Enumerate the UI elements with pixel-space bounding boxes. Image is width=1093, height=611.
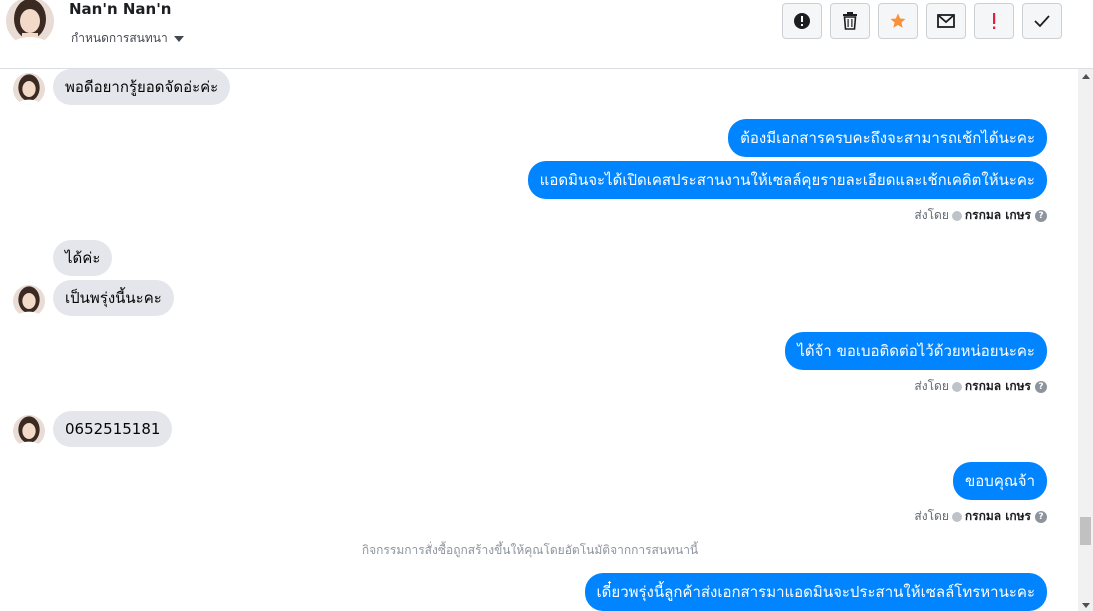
alert-circle-icon (794, 13, 810, 29)
conversation-status-label: กำหนดการสนทนา (71, 31, 168, 45)
sender-avatar (13, 415, 45, 447)
envelope-icon (937, 14, 955, 28)
thread-scrollbar[interactable] (1078, 69, 1093, 611)
sent-by-agent: กรกมล เกษร (964, 379, 1031, 393)
outgoing-message: ได้จ้า ขอเบอติดต่อไว้ด้วยหน่อยนะคะ (785, 332, 1047, 370)
help-icon[interactable]: ? (1035, 510, 1047, 523)
system-note: กิจกรรมการสั่งซื้อถูกสร้างขึ้นให้คุณโดยอ… (361, 543, 699, 557)
outgoing-message: ขอบคุณจ้า (953, 462, 1047, 500)
conversation-status-dropdown[interactable]: กำหนดการสนทนา (71, 29, 184, 48)
scroll-down-arrow-icon[interactable] (1082, 603, 1090, 608)
exclamation-icon (993, 13, 996, 29)
scrollbar-thumb[interactable] (1080, 517, 1091, 545)
sent-by-agent: กรกมล เกษร (964, 509, 1031, 523)
message-thread[interactable]: พอดีอยากรู้ยอดจัดอ่ะค่ะ ต้องมีเอกสารครบค… (0, 69, 1078, 611)
outgoing-message: แอดมินจะได้เปิดเคสประสานงานให้เซลล์คุยรา… (527, 161, 1047, 199)
delete-button[interactable] (830, 3, 870, 39)
checkmark-icon (1034, 15, 1050, 28)
outgoing-message: ต้องมีเอกสารครบคะถึงจะสามารถเช้กได้นะคะ (728, 119, 1047, 157)
help-icon[interactable]: ? (1035, 380, 1047, 393)
sent-by-label: ส่งโดย (914, 208, 949, 222)
contact-avatar[interactable] (6, 0, 54, 45)
sender-avatar (13, 285, 45, 317)
sent-by-agent: กรกมล เกษร (964, 208, 1031, 222)
incoming-message: 0652515181 (53, 411, 173, 447)
follow-up-button[interactable] (974, 3, 1014, 39)
incoming-message: พอดีอยากรู้ยอดจัดอ่ะค่ะ (53, 69, 231, 105)
incoming-message: เป็นพรุ่งนี้นะคะ (53, 280, 174, 316)
star-button[interactable] (878, 3, 918, 39)
star-icon (890, 13, 906, 28)
sender-avatar (13, 73, 45, 105)
trash-icon (843, 12, 857, 30)
conversation-toolbar (782, 3, 1070, 39)
outgoing-message: เดี๋ยวพรุ่งนี้ลูกค้าส่งเอกสารมาแอดมินจะป… (584, 573, 1047, 611)
mark-done-button[interactable] (1022, 3, 1062, 39)
sent-by-label: ส่งโดย (914, 379, 949, 393)
seen-check-icon (951, 210, 962, 221)
sent-by-info: ส่งโดย กรกมล เกษร ? (914, 377, 1047, 396)
seen-check-icon (951, 511, 962, 522)
contact-name[interactable]: Nan'n Nan'n (69, 0, 171, 18)
mark-unread-button[interactable] (926, 3, 966, 39)
help-icon[interactable]: ? (1035, 209, 1047, 222)
sent-by-info: ส่งโดย กรกมล เกษร ? (914, 507, 1047, 526)
chevron-down-icon (173, 35, 184, 42)
conversation-header: Nan'n Nan'n กำหนดการสนทนา (0, 0, 1093, 69)
seen-check-icon (951, 381, 962, 392)
mark-spam-button[interactable] (782, 3, 822, 39)
incoming-message: ได้ค่ะ (53, 240, 113, 276)
sent-by-info: ส่งโดย กรกมล เกษร ? (914, 206, 1047, 225)
scroll-up-arrow-icon[interactable] (1082, 74, 1090, 79)
sent-by-label: ส่งโดย (914, 509, 949, 523)
